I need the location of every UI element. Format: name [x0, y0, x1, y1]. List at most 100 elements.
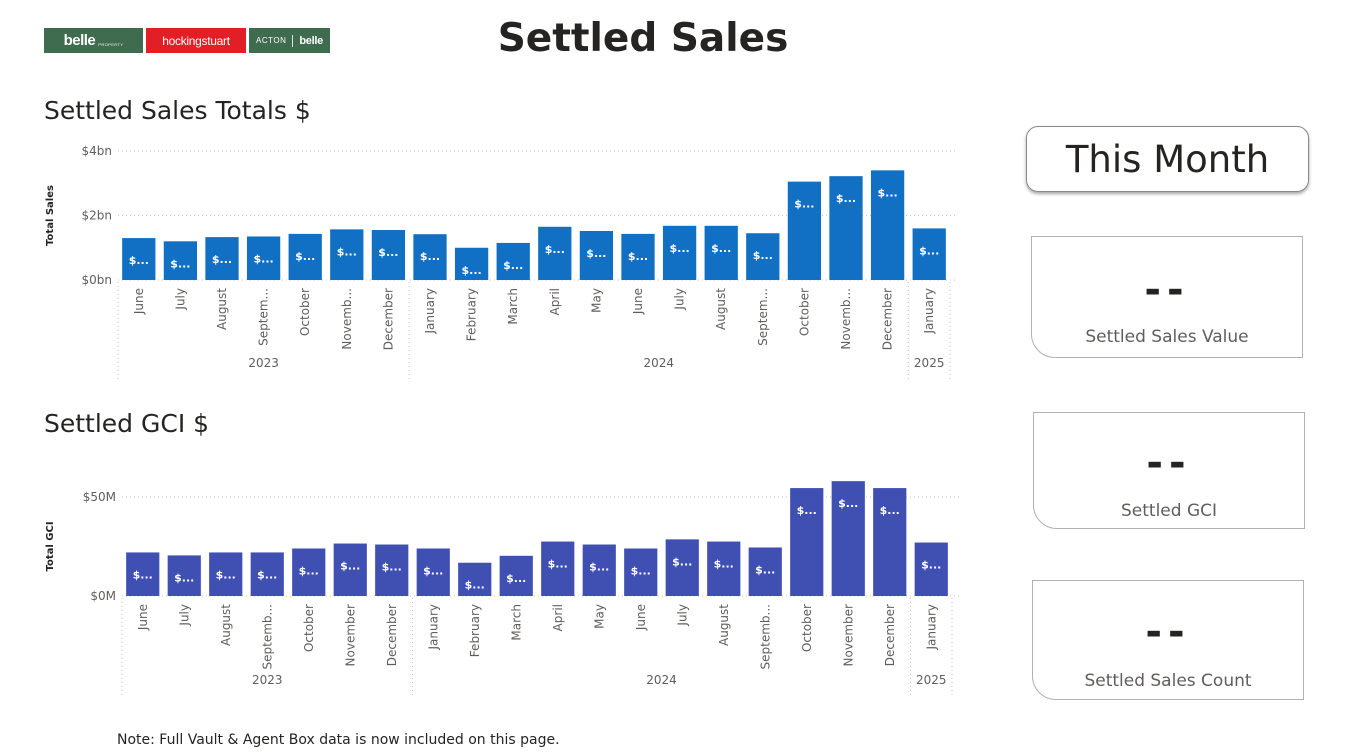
sales-data-label: $... — [337, 245, 357, 258]
gci-data-label: $... — [589, 561, 609, 574]
gci-data-label: $... — [174, 571, 194, 584]
sales-x-tick-label: May — [589, 288, 603, 313]
gci-x-tick-label: April — [551, 604, 565, 631]
gci-data-label: $... — [714, 558, 734, 571]
gci-x-tick-label: August — [717, 604, 731, 646]
gci-year-label: 2024 — [646, 673, 677, 687]
sales-data-label: $... — [129, 254, 149, 267]
sales-data-label: $... — [919, 244, 939, 257]
gci-data-label: $... — [921, 559, 941, 572]
gci-x-tick-label: July — [177, 604, 191, 627]
sales-data-label: $... — [586, 247, 606, 260]
sales-y-tick-label: $2bn — [82, 209, 113, 223]
gci-y-tick-label: $50M — [83, 490, 116, 504]
gci-data-label: $... — [838, 497, 858, 510]
gci-data-label: $... — [133, 568, 153, 581]
sales-data-label: $... — [461, 264, 481, 277]
gci-x-tick-label: November — [343, 604, 357, 666]
sales-data-label: $... — [503, 259, 523, 272]
gci-y-tick-label: $0M — [90, 589, 116, 603]
settled-gci-card: -- Settled GCI — [1033, 412, 1305, 529]
gci-x-tick-label: Septemb... — [758, 604, 772, 669]
gci-data-label: $... — [216, 568, 236, 581]
settled-gci-chart: Total GCI $0M $50M $... June $... July $... Augu… — [45, 481, 960, 696]
gci-x-tick-label: August — [219, 604, 233, 646]
gci-x-tick-label: December — [883, 604, 897, 666]
gci-data-label: $... — [755, 563, 775, 576]
sales-x-tick-label: January — [423, 288, 437, 335]
sales-x-tick-label: Novemb... — [340, 288, 354, 350]
gci-data-label: $... — [548, 558, 568, 571]
gci-x-tick-label: October — [302, 604, 316, 652]
gci-data-label: $... — [880, 504, 900, 517]
sales-x-tick-label: January — [922, 288, 936, 335]
sales-x-tick-label: July — [673, 288, 687, 311]
this-month-button[interactable]: This Month — [1026, 126, 1309, 192]
sales-x-tick-label: February — [465, 288, 479, 341]
sales-x-tick-label: December — [381, 288, 395, 350]
settled-sales-value-label: Settled Sales Value — [1085, 327, 1249, 347]
sales-x-tick-label: July — [173, 288, 187, 311]
settled-gci-label: Settled GCI — [1120, 501, 1217, 521]
sales-data-label: $... — [378, 246, 398, 259]
sales-data-label: $... — [545, 243, 565, 256]
settled-sales-chart: Total Sales $0bn $2bn $4bn $... June $... July $… — [45, 144, 958, 379]
sales-x-tick-label: December — [881, 288, 895, 350]
gci-x-tick-label: June — [634, 604, 648, 631]
sales-chart-title: Settled Sales Totals $ — [44, 96, 311, 125]
gci-data-label: $... — [257, 568, 277, 581]
sales-data-label: $... — [669, 242, 689, 255]
gci-x-tick-label: Septemb... — [260, 604, 274, 669]
sales-y-tick-label: $0bn — [82, 273, 113, 287]
gci-year-label: 2025 — [916, 673, 947, 687]
sales-data-label: $... — [794, 198, 814, 211]
settled-sales-value: -- — [1144, 267, 1190, 313]
gci-data-label: $... — [423, 564, 443, 577]
gci-data-label: $... — [340, 560, 360, 573]
settled-sales-count-label: Settled Sales Count — [1084, 671, 1252, 691]
sales-data-label: $... — [295, 250, 315, 263]
gci-x-tick-label: March — [509, 604, 523, 641]
sales-y-tick-label: $4bn — [82, 144, 113, 158]
gci-x-tick-label: November — [841, 604, 855, 666]
sales-year-label: 2023 — [248, 356, 279, 370]
sales-x-tick-label: June — [631, 288, 645, 315]
gci-data-label: $... — [506, 572, 526, 585]
gci-data-label: $... — [465, 579, 485, 592]
settled-sales-count-card: -- Settled Sales Count — [1032, 580, 1304, 700]
gci-x-tick-label: January — [426, 604, 440, 651]
settled-gci-value: -- — [1146, 440, 1192, 486]
gci-data-label: $... — [631, 564, 651, 577]
gci-y-axis-title: Total GCI — [45, 521, 56, 571]
sales-x-tick-label: Novemb... — [839, 288, 853, 350]
sales-data-label: $... — [836, 192, 856, 205]
sales-data-label: $... — [170, 257, 190, 270]
page-title: Settled Sales — [497, 16, 789, 61]
settled-sales-count-value: -- — [1145, 609, 1191, 655]
sales-data-label: $... — [877, 186, 897, 199]
gci-data-label: $... — [797, 504, 817, 517]
sales-x-tick-label: April — [548, 288, 562, 315]
sales-bar — [787, 181, 822, 280]
sales-data-label: $... — [753, 249, 773, 262]
gci-data-label: $... — [382, 561, 402, 574]
settled-sales-value-card: -- Settled Sales Value — [1031, 236, 1303, 358]
sales-x-tick-label: August — [714, 288, 728, 330]
sales-year-label: 2025 — [914, 356, 945, 370]
sales-data-label: $... — [628, 250, 648, 263]
gci-x-tick-label: October — [800, 604, 814, 652]
sales-x-tick-label: October — [298, 288, 312, 336]
gci-x-tick-label: July — [675, 604, 689, 627]
sales-x-tick-label: June — [132, 288, 146, 315]
sales-year-label: 2024 — [644, 356, 675, 370]
sales-x-tick-label: Septem... — [257, 288, 271, 346]
sales-data-label: $... — [212, 253, 232, 266]
gci-year-label: 2023 — [252, 673, 283, 687]
sales-x-tick-label: March — [506, 288, 520, 325]
gci-data-label: $... — [299, 564, 319, 577]
sales-y-axis-title: Total Sales — [45, 185, 56, 246]
sales-data-label: $... — [253, 252, 273, 265]
gci-x-tick-label: December — [385, 604, 399, 666]
sales-x-tick-label: October — [797, 288, 811, 336]
sales-data-label: $... — [420, 250, 440, 263]
